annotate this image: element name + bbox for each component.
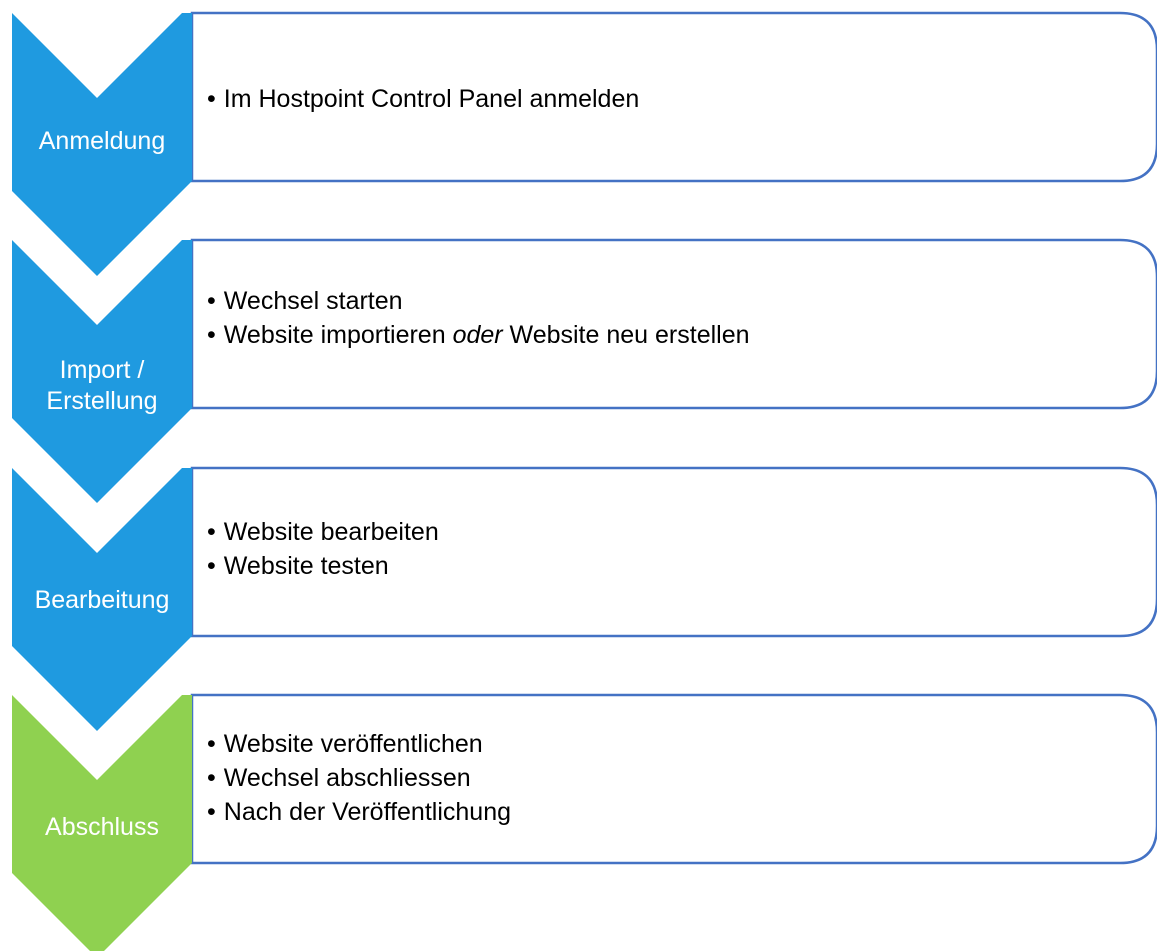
step-3-bullet: • Website bearbeiten (207, 518, 439, 546)
step-2-label-line: Erstellung (46, 387, 158, 415)
bullet-emphasis: oder (452, 321, 503, 349)
step-2-label-line: Import / (59, 356, 145, 384)
step-2-bullet: • Website importieren oder Website neu er… (207, 321, 750, 349)
step-4-bullet-list: • Website veröffentlichen • Wechsel abschl… (207, 727, 511, 829)
bullet-text-part: Website importieren (223, 321, 453, 349)
step-1-bullet-list: • Im Hostpoint Control Panel anmelden (207, 82, 639, 116)
bullet-text: Website testen (223, 552, 389, 580)
step-1-label-line: Anmeldung (38, 127, 166, 155)
step-4-label-line: Abschluss (45, 813, 159, 841)
step-3-label: Bearbeitung (12, 585, 192, 616)
step-1-label: Anmeldung (12, 126, 192, 157)
bullet-text: Wechsel starten (223, 287, 403, 315)
step-4-bullet: • Website veröffentlichen (207, 730, 483, 758)
step-3-bullet: • Website testen (207, 552, 389, 580)
bullet-text: Website veröffentlichen (223, 730, 483, 758)
bullet-text: Wechsel abschliessen (223, 764, 471, 792)
step-4-bullet: • Wechsel abschliessen (207, 764, 471, 792)
step-1-bullet: • Im Hostpoint Control Panel anmelden (207, 85, 640, 113)
bullet-text: Im Hostpoint Control Panel anmelden (223, 85, 640, 113)
bullet-text-part: Website neu erstellen (502, 321, 750, 349)
bullet-text: Nach der Veröffentlichung (223, 798, 511, 826)
bullet-text: Website bearbeiten (223, 518, 439, 546)
step-2-bullet-list: • Wechsel starten • Website importieren od… (207, 284, 750, 352)
step-3-bullet-list: • Website bearbeiten • Website testen (207, 515, 439, 583)
step-4-label: Abschluss (12, 812, 192, 843)
step-4-bullet: • Nach der Veröffentlichung (207, 798, 511, 826)
step-3-label-line: Bearbeitung (34, 586, 170, 614)
step-2-bullet: • Wechsel starten (207, 287, 403, 315)
step-2-label: Import / Erstellung (12, 355, 192, 417)
